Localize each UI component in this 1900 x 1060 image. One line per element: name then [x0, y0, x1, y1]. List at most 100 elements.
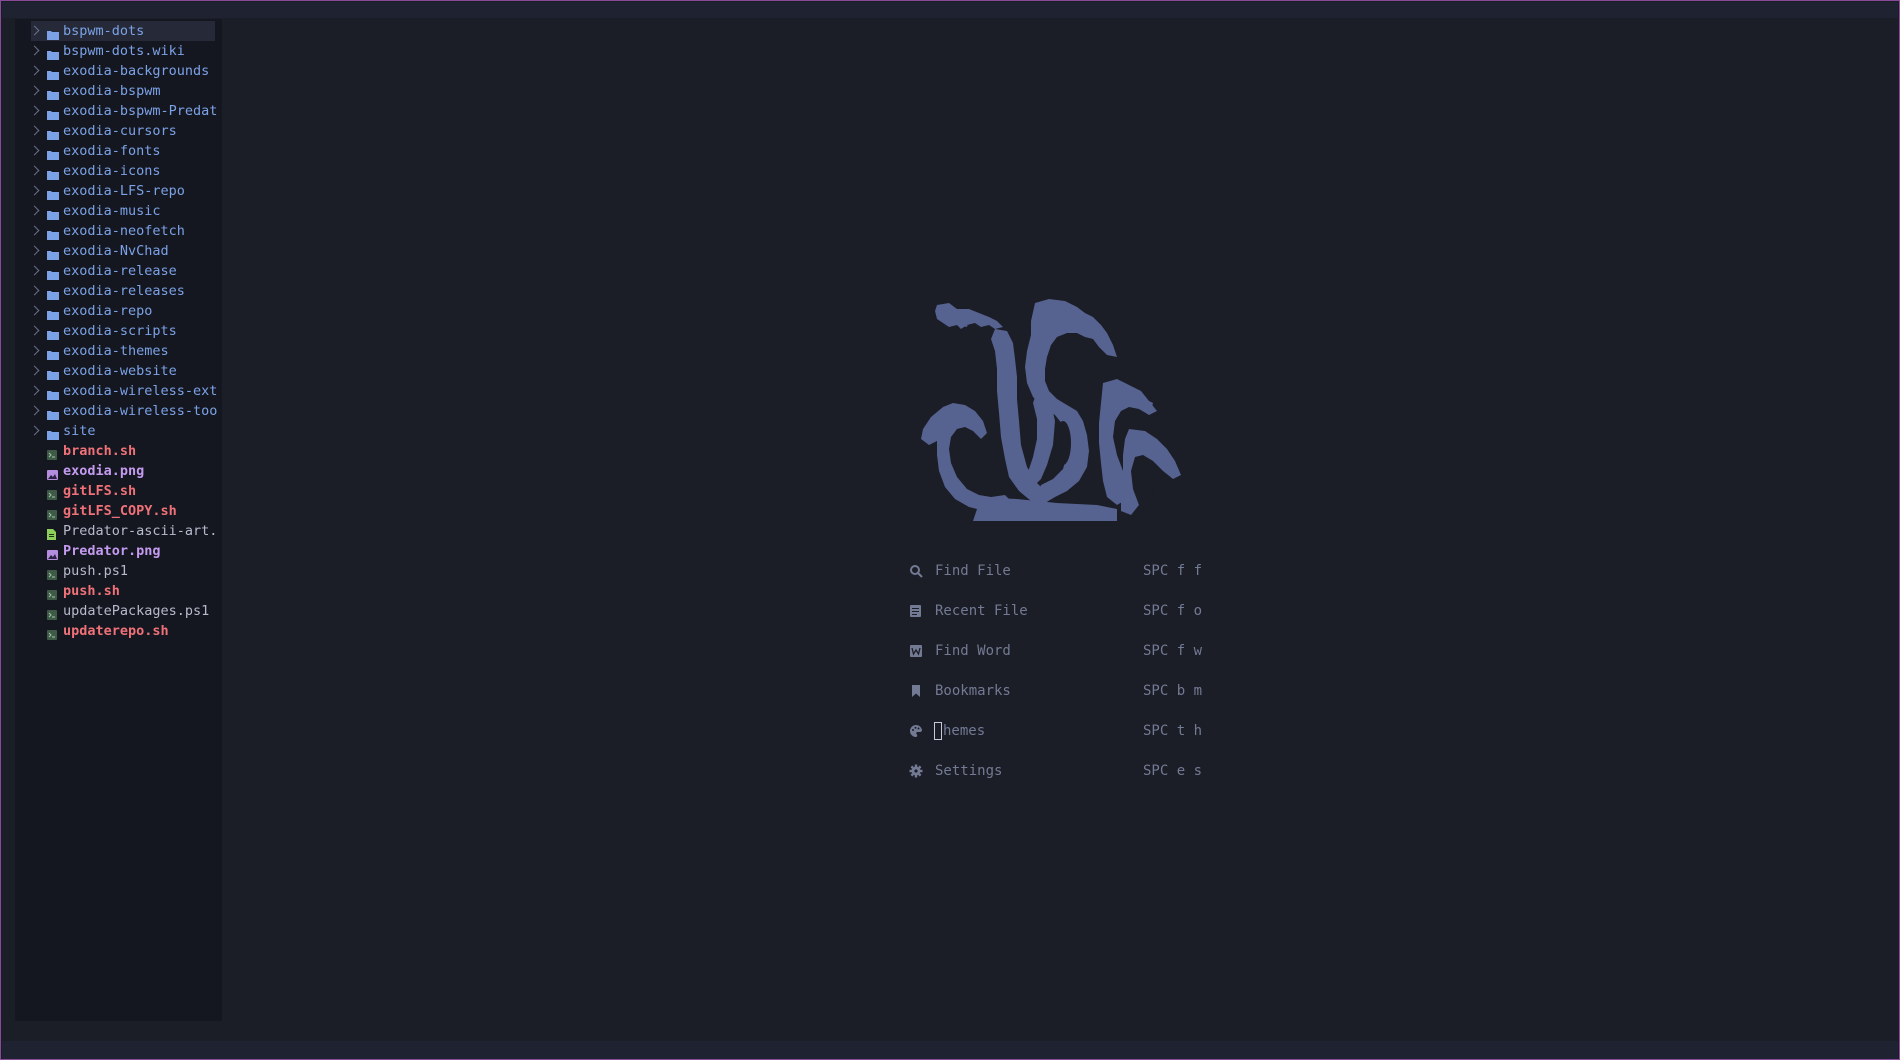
folder-icon: [47, 246, 59, 260]
tree-file[interactable]: updaterepo.sh: [31, 621, 229, 641]
app-window: bspwm-dots bspwm-dots.wiki exodia-backgrou…: [0, 0, 1900, 1060]
top-bar: [2, 2, 1898, 18]
tree-file-label: updatePackages.ps1: [63, 603, 210, 619]
chevron-right-icon[interactable]: [31, 425, 40, 436]
tree-folder-label: exodia-wireless-too: [63, 403, 218, 419]
tree-folder[interactable]: bspwm-dots.wiki: [31, 41, 229, 61]
tree-folder[interactable]: exodia-scripts: [31, 321, 229, 341]
folder-icon: [47, 326, 59, 340]
tree-folder-label: exodia-neofetch: [63, 223, 185, 239]
tree-folder[interactable]: exodia-music: [31, 201, 229, 221]
chevron-right-icon[interactable]: [31, 65, 40, 76]
tree-folder[interactable]: exodia-repo: [31, 301, 229, 321]
dashboard-item-find-file[interactable]: Find File SPC f f: [909, 561, 1209, 601]
folder-icon: [47, 106, 59, 120]
chevron-right-icon[interactable]: [31, 45, 40, 56]
tree-file[interactable]: Predator-ascii-art.: [31, 521, 229, 541]
chevron-right-icon[interactable]: [31, 25, 40, 36]
chevron-right-icon[interactable]: [31, 225, 40, 236]
word-icon: [909, 644, 923, 658]
tree-file[interactable]: Predator.png: [31, 541, 229, 561]
tree-file-label: exodia.png: [63, 463, 145, 479]
chevron-right-icon[interactable]: [31, 145, 40, 156]
tree-file-label: push.ps1: [63, 563, 129, 579]
dashboard-item-label: Find Word: [935, 643, 1011, 659]
gear-icon: [909, 764, 923, 778]
folder-icon: [47, 206, 59, 220]
tree-folder[interactable]: exodia-NvChad: [31, 241, 229, 261]
tree-folder[interactable]: exodia-LFS-repo: [31, 181, 229, 201]
palette-icon: [909, 724, 923, 738]
tree-file[interactable]: gitLFS.sh: [31, 481, 229, 501]
tree-folder[interactable]: exodia-icons: [31, 161, 229, 181]
folder-icon: [47, 426, 59, 440]
tree-folder-label: exodia-wireless-ext: [63, 383, 218, 399]
status-bar: [2, 1041, 1898, 1059]
tree-file[interactable]: push.ps1: [31, 561, 229, 581]
tree-folder-label: exodia-bspwm-Predat: [63, 103, 218, 119]
folder-icon: [47, 306, 59, 320]
chevron-right-icon[interactable]: [31, 285, 40, 296]
folder-icon: [47, 346, 59, 360]
tree-file[interactable]: push.sh: [31, 581, 229, 601]
chevron-right-icon[interactable]: [31, 165, 40, 176]
chevron-right-icon[interactable]: [31, 365, 40, 376]
tree-file[interactable]: exodia.png: [31, 461, 229, 481]
keybinding: SPC b m: [1143, 683, 1203, 699]
dashboard-item-bookmarks[interactable]: Bookmarks SPC b m: [909, 681, 1209, 721]
dashboard-item-recent-file[interactable]: Recent File SPC f o: [909, 601, 1209, 641]
tree-folder-label: exodia-website: [63, 363, 177, 379]
tree-folder-label: exodia-icons: [63, 163, 161, 179]
chevron-right-icon[interactable]: [31, 305, 40, 316]
terminal-file-icon: [47, 626, 59, 640]
image-file-icon: [47, 546, 59, 560]
dashboard-item-find-word[interactable]: Find Word SPC f w: [909, 641, 1209, 681]
tree-file-label: Predator-ascii-art.: [63, 523, 218, 539]
folder-icon: [47, 266, 59, 280]
text-file-icon: [47, 526, 59, 540]
chevron-right-icon[interactable]: [31, 325, 40, 336]
tree-folder-label: exodia-backgrounds: [63, 63, 210, 79]
tree-folder[interactable]: exodia-wireless-too: [31, 401, 229, 421]
chevron-right-icon[interactable]: [31, 265, 40, 276]
tree-folder-label: exodia-themes: [63, 343, 169, 359]
folder-icon: [47, 186, 59, 200]
tree-file-label: Predator.png: [63, 543, 161, 559]
file-list-icon: [909, 604, 923, 618]
tree-folder-label: exodia-NvChad: [63, 243, 169, 259]
tree-folder-label: exodia-fonts: [63, 143, 161, 159]
chevron-right-icon[interactable]: [31, 405, 40, 416]
chevron-right-icon[interactable]: [31, 205, 40, 216]
tree-folder[interactable]: exodia-releases: [31, 281, 229, 301]
dashboard-menu: Find File SPC f f Recent File SPC f o Find W…: [909, 561, 1209, 801]
tree-folder[interactable]: exodia-cursors: [31, 121, 229, 141]
tree-folder[interactable]: exodia-themes: [31, 341, 229, 361]
tree-folder[interactable]: exodia-bspwm-Predat: [31, 101, 229, 121]
tree-folder[interactable]: exodia-bspwm: [31, 81, 229, 101]
tree-file[interactable]: branch.sh: [31, 441, 229, 461]
tree-folder[interactable]: exodia-fonts: [31, 141, 229, 161]
tree-file[interactable]: updatePackages.ps1: [31, 601, 229, 621]
tree-folder[interactable]: exodia-wireless-ext: [31, 381, 229, 401]
chevron-right-icon[interactable]: [31, 105, 40, 116]
dashboard-item-settings[interactable]: Settings SPC e s: [909, 761, 1209, 801]
chevron-right-icon[interactable]: [31, 345, 40, 356]
tree-folder[interactable]: exodia-backgrounds: [31, 61, 229, 81]
tree-folder[interactable]: exodia-neofetch: [31, 221, 229, 241]
dashboard-item-themes[interactable]: hemes SPC t h: [909, 721, 1209, 761]
chevron-right-icon[interactable]: [31, 125, 40, 136]
dashboard-item-label: Find File: [935, 563, 1011, 579]
tree-folder[interactable]: bspwm-dots: [31, 21, 215, 41]
folder-icon: [47, 46, 59, 60]
tree-file[interactable]: gitLFS_COPY.sh: [31, 501, 229, 521]
chevron-right-icon[interactable]: [31, 245, 40, 256]
terminal-file-icon: [47, 506, 59, 520]
chevron-right-icon[interactable]: [31, 85, 40, 96]
tree-folder[interactable]: exodia-release: [31, 261, 229, 281]
tree-folder[interactable]: exodia-website: [31, 361, 229, 381]
tree-folder[interactable]: site: [31, 421, 229, 441]
keybinding: SPC t h: [1143, 723, 1203, 739]
chevron-right-icon[interactable]: [31, 385, 40, 396]
keybinding: SPC f w: [1143, 643, 1203, 659]
chevron-right-icon[interactable]: [31, 185, 40, 196]
